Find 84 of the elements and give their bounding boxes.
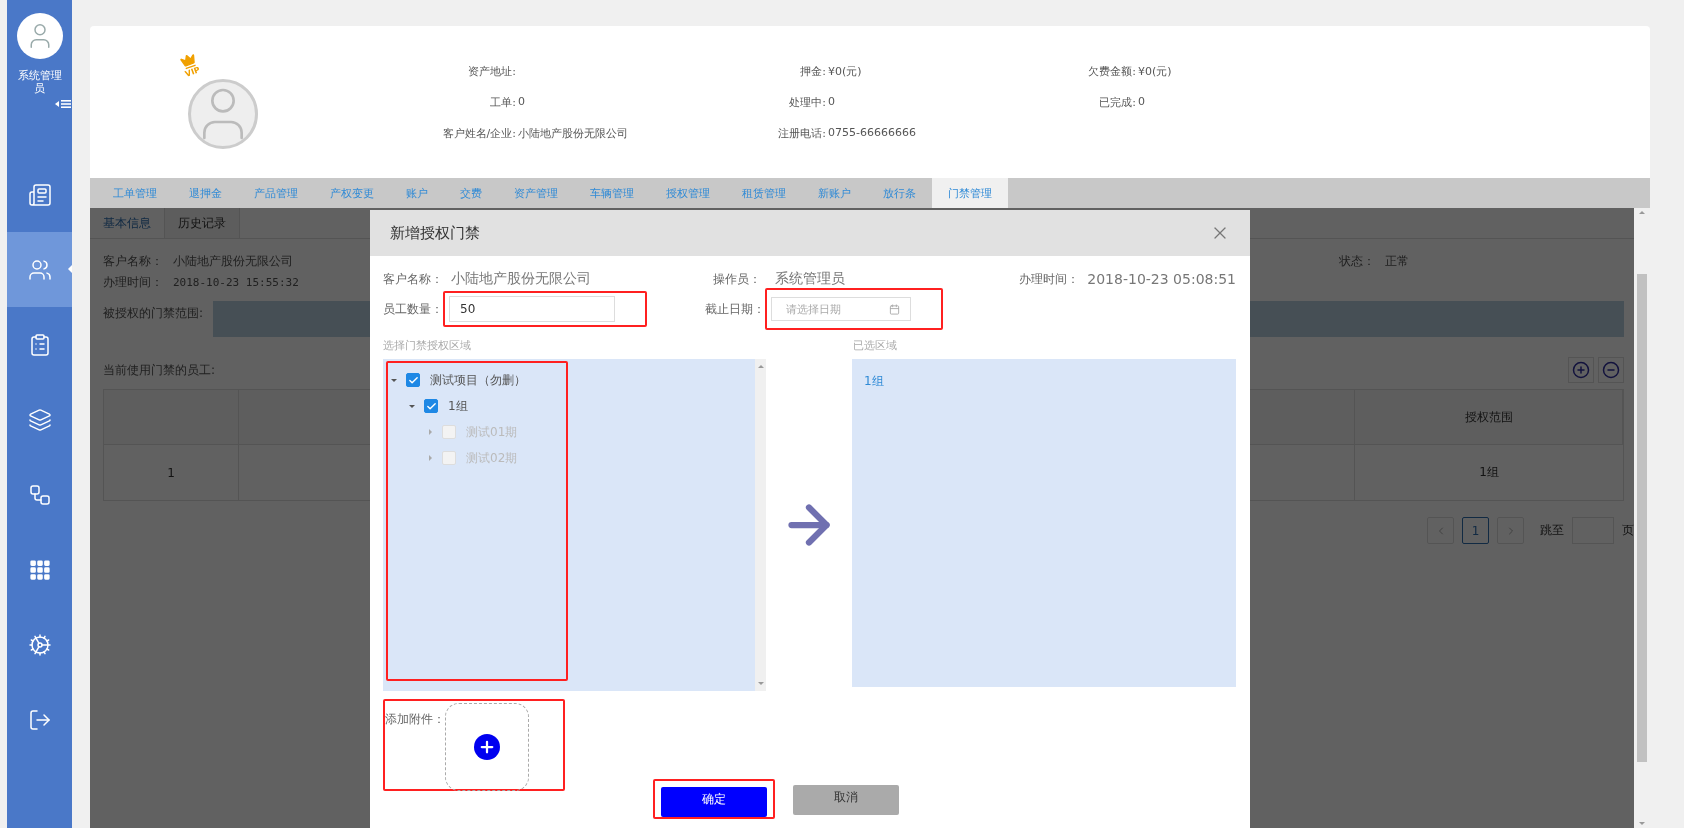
info-label: 押金: [799,63,826,79]
tree-item[interactable]: 测试项目（勿删） [430,371,526,389]
info-label: 客户姓名/企业: [441,125,516,141]
info-label: 注册电话: [777,125,826,141]
layers-icon [27,407,52,432]
nav-item[interactable] [7,232,72,307]
menu-collapse-icon[interactable] [55,99,71,109]
gear-icon [27,632,52,657]
tab[interactable]: 车辆管理 [574,178,650,208]
tab[interactable]: 交费 [444,178,498,208]
checkbox[interactable] [424,399,438,413]
field-value: 系统管理员 [775,270,845,288]
add-button[interactable] [1568,357,1594,383]
plus-icon [474,734,500,760]
users-icon [27,257,52,282]
info-label: 资产地址: [467,63,516,79]
hierarchy-icon [27,482,52,507]
info-value: 0 [518,94,526,110]
table-cell-text: 1组 [1478,464,1500,481]
dialog-title: 新增授权门禁 [390,223,480,243]
info-label: 办理时间： [103,274,163,291]
date-field[interactable]: 请选择日期 [771,297,911,321]
info-value: ¥0(元) [828,63,863,79]
input-field[interactable]: 50 [449,296,615,322]
table-cell: 1 [104,445,239,500]
newspaper-icon [27,182,52,207]
info-value: 2018-10-23 15:55:32 [173,276,299,289]
tab[interactable]: 工单管理 [97,178,173,208]
avatar-icon[interactable] [16,13,63,59]
column-header: 授权范围 [1355,390,1623,445]
tab[interactable]: 新账户 [802,178,867,208]
field-value: 小陆地产股份无限公司 [451,270,591,288]
scrollbar[interactable] [755,359,767,691]
field-value: 2018-10-23 05:08:51 [1087,271,1236,287]
info-value: 正常 [1385,253,1409,270]
info-label: 已完成: [1098,94,1136,110]
tab[interactable]: 产品管理 [238,178,314,208]
user-name: 系统管理员 [16,69,63,95]
field-label: 办理时间： [1019,270,1080,288]
info-label: 被授权的门禁范围: [103,305,204,322]
info-value: 0 [1138,94,1146,110]
info-value: ¥0(元) [1138,63,1173,79]
field-label: 添加附件： [385,711,445,728]
logout-icon [27,707,52,732]
upload-area[interactable] [445,703,529,791]
vip-badge: VIP [178,51,202,79]
page-button[interactable]: 1 [1462,517,1489,544]
field-label: 客户名称： [383,270,443,288]
scrollbar[interactable] [1634,208,1650,828]
field-label: 操作员： [713,270,761,288]
selected-item[interactable]: 1组 [863,373,1224,390]
tab[interactable]: 资产管理 [498,178,574,208]
tab[interactable]: 租赁管理 [726,178,802,208]
info-value: 0 [828,94,836,110]
page-label: 页 [1622,522,1634,539]
section-label: 选择门禁授权区域 [383,338,472,353]
info-label: 处理中: [788,94,826,110]
info-value: 小陆地产股份无限公司 [518,125,629,141]
tab[interactable]: 授权管理 [650,178,726,208]
tab[interactable]: 历史记录 [165,208,240,238]
field-label: 员工数量： [383,300,443,318]
tab[interactable]: 放行条 [867,178,932,208]
tab[interactable]: 门禁管理 [932,178,1008,208]
info-value: 0755-66666666 [828,125,917,141]
info-label: 状态： [1339,253,1375,270]
info-value: 小陆地产股份无限公司 [173,253,293,270]
section-label: 已选区域 [853,338,897,353]
tab[interactable]: 账户 [390,178,444,208]
field-label: 截止日期： [705,300,765,318]
info-label: 工单: [489,94,516,110]
remove-button[interactable] [1598,357,1624,383]
grid-icon [28,558,51,581]
cancel-button[interactable]: 取消 [793,785,899,815]
checkbox[interactable] [406,373,420,387]
info-label: 客户名称： [103,253,163,270]
info-label: 欠费金额: [1087,63,1136,79]
pointer-icon [68,265,72,273]
jump-label: 跳至 [1540,522,1564,539]
tree-item[interactable]: 1组 [448,397,468,415]
info-label: 当前使用门禁的员工: [103,361,216,379]
tab[interactable]: 产权变更 [314,178,390,208]
confirm-button[interactable]: 确定 [661,787,767,817]
calendar-icon [889,303,900,315]
tab[interactable]: 退押金 [173,178,238,208]
